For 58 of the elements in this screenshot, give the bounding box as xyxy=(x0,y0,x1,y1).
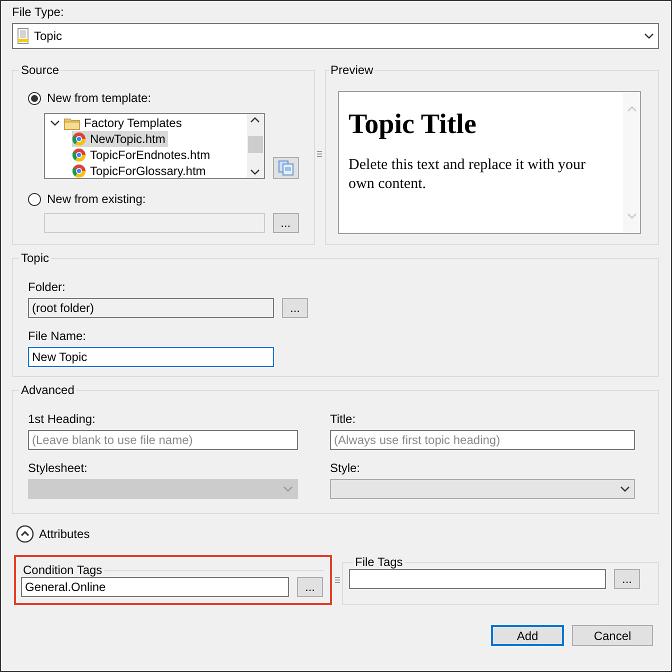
browser-file-icon xyxy=(72,132,86,146)
field-label: Folder: xyxy=(28,280,66,295)
scroll-up-icon xyxy=(626,106,636,112)
input-field[interactable] xyxy=(44,213,265,233)
preview-heading: Topic Title xyxy=(348,108,478,142)
dropdown-caret-icon xyxy=(283,486,293,492)
scroll-up-icon xyxy=(250,117,260,123)
input-field[interactable] xyxy=(349,569,606,589)
radio-button[interactable] xyxy=(28,92,41,104)
field-label: Title: xyxy=(330,412,357,427)
browse-button[interactable]: ... xyxy=(282,298,308,318)
input-field[interactable]: (root folder) xyxy=(28,298,274,318)
field-label: 1st Heading: xyxy=(28,412,96,427)
group-title: Advanced xyxy=(20,383,76,397)
group-title: Source xyxy=(20,63,60,77)
input-field[interactable]: New Topic xyxy=(28,347,274,367)
group-title: Preview xyxy=(330,63,374,77)
browser-file-icon xyxy=(72,148,86,162)
folder-icon xyxy=(64,116,80,130)
field-label: Style: xyxy=(330,461,362,476)
group-title: Condition Tags xyxy=(22,563,104,577)
radio-button[interactable] xyxy=(28,192,41,206)
tree-item[interactable]: NewTopic.htm xyxy=(72,131,168,147)
section-label: Attributes xyxy=(39,527,90,541)
collapse-toggle-icon[interactable] xyxy=(16,525,34,543)
group-title: Topic xyxy=(20,251,50,265)
radio-label: New from template: xyxy=(47,91,152,105)
splitter-grip-icon[interactable] xyxy=(317,151,322,157)
scroll-down-icon xyxy=(250,169,260,175)
browse-button[interactable]: ... xyxy=(614,569,640,589)
scrollbar[interactable] xyxy=(246,114,264,178)
input-field[interactable]: General.Online xyxy=(21,577,289,597)
templates-icon xyxy=(278,160,294,176)
tree-item[interactable]: Factory Templates xyxy=(50,115,185,131)
default-button[interactable]: Add xyxy=(491,625,564,646)
browse-button[interactable]: ... xyxy=(272,213,299,233)
radio-label: New from existing: xyxy=(47,192,146,206)
tree-item[interactable]: TopicForEndnotes.htm xyxy=(72,147,214,163)
file-type-dropdown[interactable]: Topic xyxy=(12,23,659,49)
browse-button[interactable]: ... xyxy=(297,577,323,597)
dialog-button[interactable]: Cancel xyxy=(572,625,653,646)
dropdown-caret-icon xyxy=(644,33,654,39)
field-label: Stylesheet: xyxy=(28,461,88,476)
group-title: File Tags xyxy=(354,555,404,569)
document-icon xyxy=(17,28,29,44)
field-label: File Type: xyxy=(12,5,65,20)
dropdown-caret-icon xyxy=(620,486,630,492)
scroll-down-icon xyxy=(626,213,636,219)
preview-text: Delete this text and replace it with your own content. xyxy=(348,156,587,194)
field-label: File Name: xyxy=(28,329,88,344)
splitter-grip-icon[interactable] xyxy=(334,577,340,583)
scrollbar[interactable] xyxy=(623,92,640,233)
tree-item[interactable]: TopicForGlossary.htm xyxy=(72,163,209,178)
expand-caret-icon[interactable] xyxy=(50,120,60,126)
dropdown[interactable] xyxy=(330,479,635,499)
templates-button[interactable] xyxy=(272,157,299,179)
browser-file-icon xyxy=(72,164,86,178)
template-tree[interactable]: Factory Templates NewTopic.htm TopicForEndnotes.htm TopicForGlossary.htm xyxy=(44,113,265,179)
